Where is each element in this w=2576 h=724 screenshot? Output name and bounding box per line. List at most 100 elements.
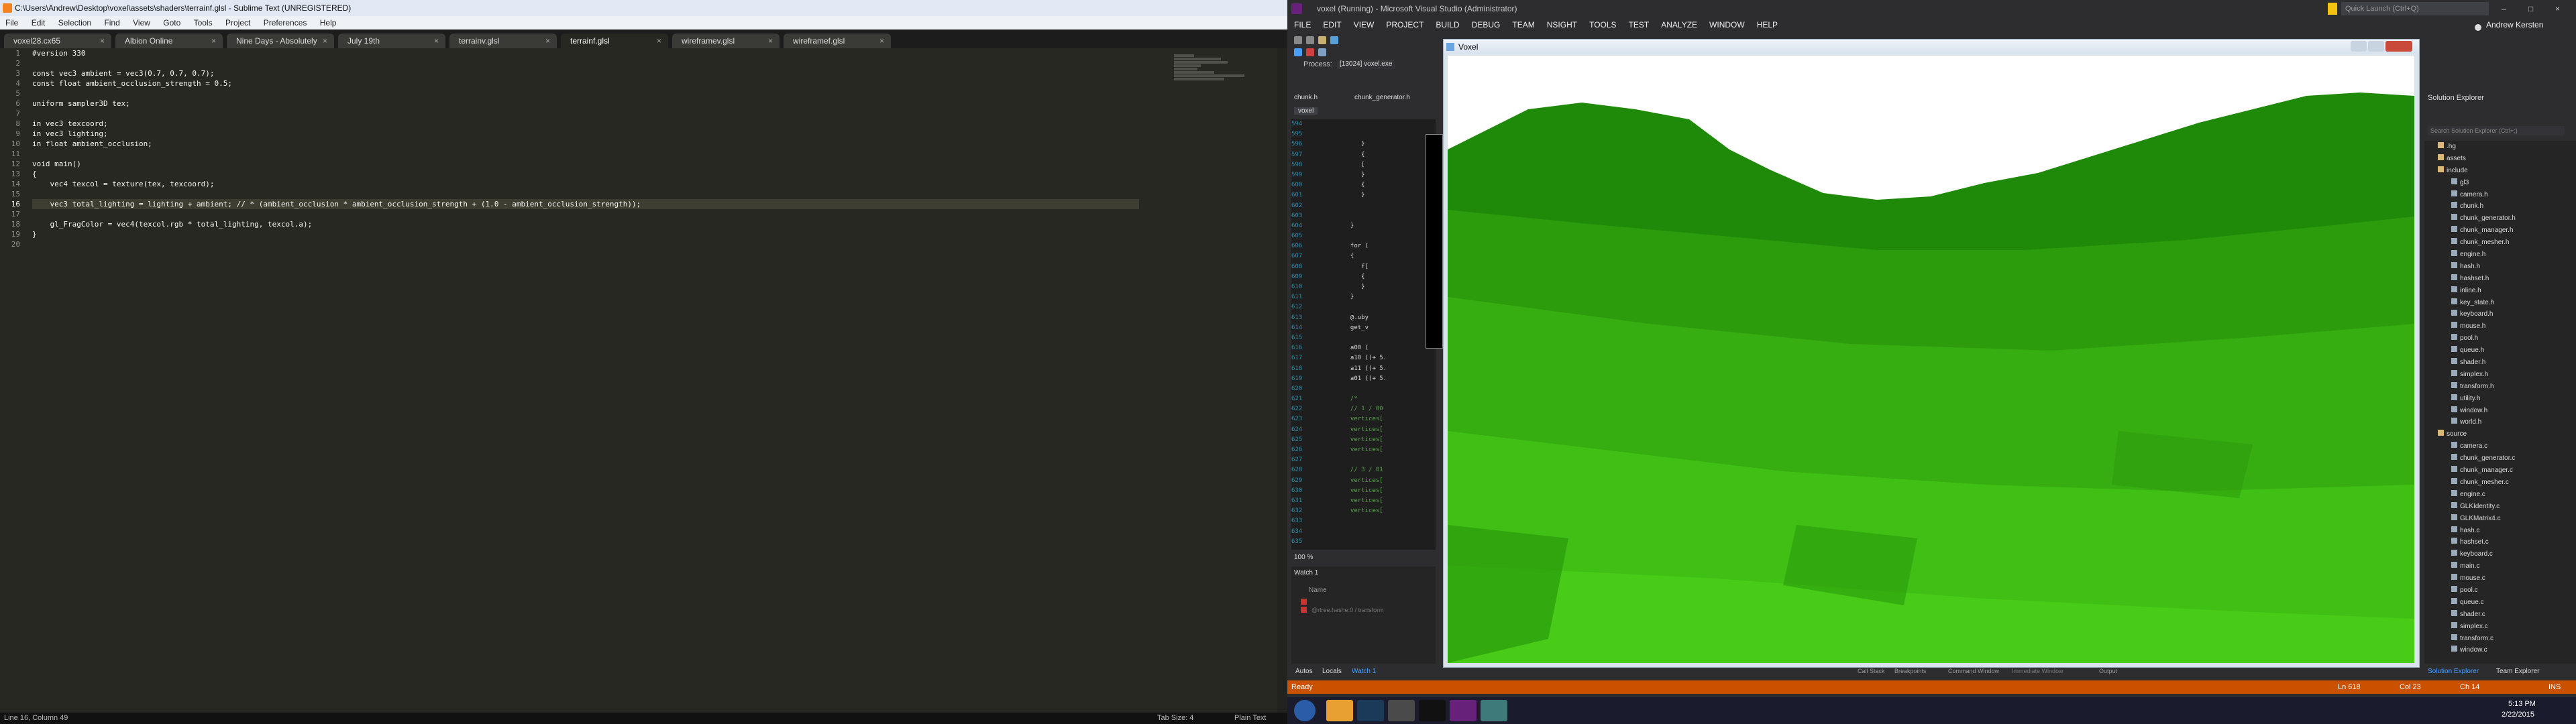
process-select[interactable]: [13024] voxel.exe xyxy=(1337,60,1395,69)
clock-time[interactable]: 5:13 PM xyxy=(2508,700,2536,708)
close-icon[interactable]: × xyxy=(211,34,216,48)
start-button[interactable] xyxy=(1294,700,1316,721)
menu-project[interactable]: PROJECT xyxy=(1386,20,1424,29)
menu-team[interactable]: TEAM xyxy=(1512,20,1534,29)
close-icon[interactable]: × xyxy=(434,34,439,48)
menu-help[interactable]: Help xyxy=(315,18,342,27)
game-render-canvas[interactable] xyxy=(1448,56,2414,663)
menu-file[interactable]: File xyxy=(0,18,23,27)
maximize-button[interactable] xyxy=(2368,41,2384,52)
menu-project[interactable]: Project xyxy=(220,18,256,27)
solution-item[interactable]: chunk.h xyxy=(2424,200,2576,213)
menu-edit[interactable]: EDIT xyxy=(1323,20,1341,29)
code-editor[interactable]: #version 330 const vec3 ambient = vec3(0… xyxy=(32,48,1139,715)
menu-selection[interactable]: Selection xyxy=(53,18,97,27)
solution-item[interactable]: GLKMatrix4.c xyxy=(2424,513,2576,525)
tab-command-window[interactable]: Command Window xyxy=(1948,668,1999,674)
solution-item[interactable]: keyboard.h xyxy=(2424,308,2576,320)
restart-icon[interactable] xyxy=(1318,48,1326,56)
solution-item[interactable]: window.c xyxy=(2424,644,2576,656)
solution-item[interactable]: assets xyxy=(2424,153,2576,165)
solution-item[interactable]: chunk_generator.c xyxy=(2424,452,2576,465)
terminal-icon[interactable] xyxy=(1419,700,1446,721)
chrome-icon[interactable] xyxy=(1326,700,1353,721)
solution-item[interactable]: chunk_generator.h xyxy=(2424,213,2576,225)
file-navigation-dropdown[interactable]: voxel xyxy=(1294,107,1318,115)
close-button[interactable]: × xyxy=(2555,0,2560,17)
forward-icon[interactable] xyxy=(1306,36,1314,44)
tab-immediate-window[interactable]: Immediate Window xyxy=(2012,668,2063,674)
solution-item[interactable]: transform.c xyxy=(2424,633,2576,645)
menu-tools[interactable]: TOOLS xyxy=(1589,20,1616,29)
solution-item[interactable]: engine.h xyxy=(2424,249,2576,261)
solution-item[interactable]: gl3 xyxy=(2424,177,2576,189)
solution-item[interactable]: mouse.c xyxy=(2424,572,2576,585)
tab-breakpoints[interactable]: Breakpoints xyxy=(1894,668,1927,674)
solution-item[interactable]: transform.h xyxy=(2424,381,2576,393)
solution-item[interactable]: utility.h xyxy=(2424,393,2576,405)
solution-item[interactable]: shader.c xyxy=(2424,609,2576,621)
solution-item[interactable]: source xyxy=(2424,428,2576,440)
user-avatar[interactable] xyxy=(2475,24,2481,31)
solution-item[interactable]: keyboard.c xyxy=(2424,548,2576,560)
save-icon[interactable] xyxy=(1330,36,1338,44)
close-icon[interactable]: × xyxy=(100,34,105,48)
tab-call-stack[interactable]: Call Stack xyxy=(1858,668,1885,674)
solution-item[interactable]: main.c xyxy=(2424,560,2576,572)
tab-wireframev[interactable]: wireframev.glsl × xyxy=(672,34,780,48)
close-icon[interactable]: × xyxy=(323,34,327,48)
minimap[interactable] xyxy=(1174,54,1248,94)
menu-build[interactable]: BUILD xyxy=(1436,20,1459,29)
solution-item[interactable]: mouse.h xyxy=(2424,320,2576,333)
menu-view[interactable]: View xyxy=(127,18,156,27)
maximize-button[interactable]: □ xyxy=(2528,0,2533,17)
menu-window[interactable]: WINDOW xyxy=(1709,20,1745,29)
watch-item[interactable]: @rtree.hashe:0 / transform xyxy=(1311,607,1384,613)
solution-item[interactable]: camera.c xyxy=(2424,440,2576,452)
menu-preferences[interactable]: Preferences xyxy=(258,18,313,27)
vs-code-editor[interactable]: 594 595 596 597 598 599 600 601 602 603 604 605 606 6… xyxy=(1291,119,1436,550)
menu-help[interactable]: HELP xyxy=(1757,20,1778,29)
voxel-game-window[interactable]: Voxel xyxy=(1443,39,2420,668)
solution-search-input[interactable]: Search Solution Explorer (Ctrl+;) xyxy=(2428,126,2565,135)
solution-item[interactable]: include xyxy=(2424,165,2576,177)
solution-item[interactable]: .hg xyxy=(2424,141,2576,153)
close-icon[interactable]: × xyxy=(768,34,773,48)
menu-nsight[interactable]: NSIGHT xyxy=(1547,20,1577,29)
solution-item[interactable]: chunk_manager.c xyxy=(2424,465,2576,477)
clock-date[interactable]: 2/22/2015 xyxy=(2502,711,2534,719)
tab-terrainf[interactable]: terrainf.glsl × xyxy=(561,34,668,48)
tab-team-explorer[interactable]: Team Explorer xyxy=(2496,668,2539,675)
solution-item[interactable]: chunk_mesher.h xyxy=(2424,237,2576,249)
syntax-mode[interactable]: Plain Text xyxy=(1234,713,1267,724)
menu-test[interactable]: TEST xyxy=(1629,20,1650,29)
menu-debug[interactable]: DEBUG xyxy=(1472,20,1501,29)
solution-item[interactable]: hash.c xyxy=(2424,525,2576,537)
continue-icon[interactable] xyxy=(1294,48,1302,56)
close-button[interactable] xyxy=(2385,41,2412,52)
tab-solution-explorer[interactable]: Solution Explorer xyxy=(2428,668,2479,675)
close-icon[interactable]: × xyxy=(879,34,884,48)
tab-albion[interactable]: Albion Online × xyxy=(115,34,223,48)
solution-item[interactable]: inline.h xyxy=(2424,285,2576,297)
tab-voxel[interactable]: voxel28.cx65 × xyxy=(4,34,111,48)
tab-nine-days[interactable]: Nine Days - Absolutely × xyxy=(227,34,334,48)
tab-watch[interactable]: Watch 1 xyxy=(1352,668,1376,675)
solution-item[interactable]: pool.c xyxy=(2424,585,2576,597)
menu-tools[interactable]: Tools xyxy=(189,18,218,27)
user-name[interactable]: Andrew Kersten xyxy=(2486,17,2543,32)
tab-july[interactable]: July 19th × xyxy=(338,34,445,48)
console-window[interactable] xyxy=(1426,134,1443,349)
menu-edit[interactable]: Edit xyxy=(26,18,51,27)
menu-file[interactable]: FILE xyxy=(1294,20,1311,29)
app-icon[interactable] xyxy=(1388,700,1415,721)
solution-item[interactable]: simplex.h xyxy=(2424,369,2576,381)
app-icon[interactable] xyxy=(1481,700,1507,721)
solution-item[interactable]: world.h xyxy=(2424,416,2576,428)
quick-launch-input[interactable]: Quick Launch (Ctrl+Q) xyxy=(2341,2,2489,15)
steam-icon[interactable] xyxy=(1357,700,1384,721)
tab-terrainv[interactable]: terrainv.glsl × xyxy=(449,34,557,48)
game-titlebar[interactable]: Voxel xyxy=(1444,40,2419,54)
minimize-button[interactable] xyxy=(2351,41,2367,52)
solution-item[interactable]: window.h xyxy=(2424,405,2576,417)
